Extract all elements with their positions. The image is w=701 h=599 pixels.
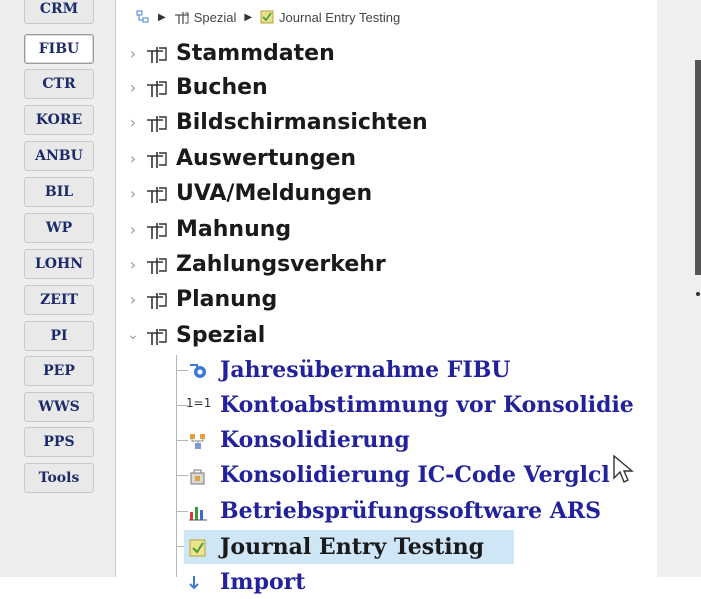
breadcrumb-item-spezial[interactable]: Spezial: [174, 9, 237, 25]
tree-connector-tick: [176, 440, 188, 441]
tree-folder-label: Stammdaten: [176, 40, 335, 66]
tree-item-label: Betriebsprüfungssoftware ARS: [220, 498, 602, 524]
folder-tree-icon: [147, 187, 167, 203]
tree-folder-stammdaten[interactable]: › Stammdaten: [116, 36, 658, 70]
consolidation-icon: [190, 434, 205, 449]
chevron-down-icon[interactable]: ⌄: [126, 327, 140, 343]
breadcrumb-separator-icon: ▶: [158, 11, 166, 23]
breadcrumb-separator-icon: ▶: [244, 11, 253, 23]
right-panel-marker: [696, 292, 700, 296]
folder-tree-icon: [147, 258, 167, 274]
tree-item-label: Jahresübernahme FIBU: [220, 357, 511, 383]
chevron-right-icon[interactable]: ›: [126, 255, 140, 274]
breadcrumb-label: Spezial: [193, 9, 237, 25]
module-sidebar: CRM FIBU CTR KORE ANBU BIL WP LOHN ZEIT …: [0, 0, 115, 577]
chevron-right-icon[interactable]: ›: [126, 149, 140, 168]
mouse-cursor-icon: [613, 454, 634, 483]
tree-folder-label: UVA/Meldungen: [176, 180, 373, 206]
tree-folder-label: Planung: [176, 286, 278, 312]
module-button-crm[interactable]: CRM: [24, 0, 94, 24]
breadcrumb-item-current[interactable]: Journal Entry Testing: [260, 10, 400, 25]
navigation-tree-panel: ▶ Spezial ▶ Journal Entry Testing › Stam…: [115, 0, 658, 595]
tree-item-label: Kontoabstimmung vor Konsolidie: [220, 392, 634, 418]
module-button-pi[interactable]: PI: [24, 321, 94, 351]
module-button-wws[interactable]: WWS: [24, 392, 94, 422]
tree-folder-label: Bildschirmansichten: [176, 109, 428, 135]
module-button-tools[interactable]: Tools: [24, 463, 94, 493]
module-button-ctr[interactable]: CTR: [24, 69, 94, 99]
module-button-fibu[interactable]: FIBU: [24, 34, 94, 64]
tree-folder-label: Auswertungen: [176, 145, 357, 171]
tree-item-label: Import: [220, 569, 306, 595]
folder-tree-icon: [147, 81, 167, 97]
tree-folder-buchen[interactable]: › Buchen: [116, 70, 658, 104]
tree-connector-tick: [176, 511, 188, 512]
tree-connector-tick: [176, 370, 188, 371]
module-button-pps[interactable]: PPS: [24, 427, 94, 457]
chevron-right-icon[interactable]: ›: [126, 290, 140, 309]
tree-folder-uva-meldungen[interactable]: › UVA/Meldungen: [116, 176, 658, 210]
tree-folder-bildschirmansichten[interactable]: › Bildschirmansichten: [116, 105, 658, 139]
module-button-kore[interactable]: KORE: [24, 105, 94, 135]
tree-connector-line: [176, 355, 177, 577]
folder-tree-icon: [147, 152, 167, 168]
tree-item-label: Konsolidierung IC-Code Verglcl: [220, 462, 610, 488]
module-button-lohn[interactable]: LOHN: [24, 249, 94, 279]
chevron-right-icon[interactable]: ›: [126, 78, 140, 97]
compare-icon: [190, 469, 205, 485]
tree-folder-auswertungen[interactable]: › Auswertungen: [116, 141, 658, 175]
folder-tree-icon: [147, 47, 167, 63]
chevron-right-icon[interactable]: ›: [126, 184, 140, 203]
module-button-wp[interactable]: WP: [24, 213, 94, 243]
folder-icon: [174, 11, 189, 24]
chevron-right-icon[interactable]: ›: [126, 44, 140, 63]
module-button-pep[interactable]: PEP: [24, 356, 94, 386]
module-button-bil[interactable]: BIL: [24, 177, 94, 207]
tree-folder-zahlungsverkehr[interactable]: › Zahlungsverkehr: [116, 247, 658, 281]
tree-folder-planung[interactable]: › Planung: [116, 282, 658, 316]
journal-icon: [189, 539, 206, 557]
module-button-zeit[interactable]: ZEIT: [24, 285, 94, 315]
tree-folder-label: Mahnung: [176, 216, 292, 242]
bar-chart-icon: [189, 507, 207, 521]
one-to-one-icon: 1=1: [186, 396, 212, 410]
journal-icon: [260, 10, 274, 24]
folder-tree-icon: [147, 223, 167, 239]
folder-tree-icon: [147, 116, 167, 132]
right-panel-strip: [695, 60, 701, 275]
tree-folder-spezial[interactable]: ⌄ Spezial: [116, 318, 658, 352]
transfer-icon: [190, 364, 206, 378]
tree-item-label: Konsolidierung: [220, 427, 410, 453]
folder-tree-icon: [147, 329, 167, 345]
tree-folder-label: Buchen: [176, 74, 268, 100]
module-button-anbu[interactable]: ANBU: [24, 141, 94, 171]
tree-folder-label: Zahlungsverkehr: [176, 251, 386, 277]
folder-tree-icon: [147, 293, 167, 309]
chevron-right-icon[interactable]: ›: [126, 220, 140, 239]
tree-folder-label: Spezial: [176, 322, 266, 348]
tree-folder-mahnung[interactable]: › Mahnung: [116, 212, 658, 246]
breadcrumb: ▶ Spezial ▶ Journal Entry Testing: [116, 0, 658, 34]
tree-root-icon[interactable]: [136, 10, 150, 24]
tree-connector-tick: [176, 475, 188, 476]
tree-item-label: Journal Entry Testing: [220, 534, 485, 560]
chevron-right-icon[interactable]: ›: [126, 113, 140, 132]
breadcrumb-label: Journal Entry Testing: [279, 9, 401, 25]
